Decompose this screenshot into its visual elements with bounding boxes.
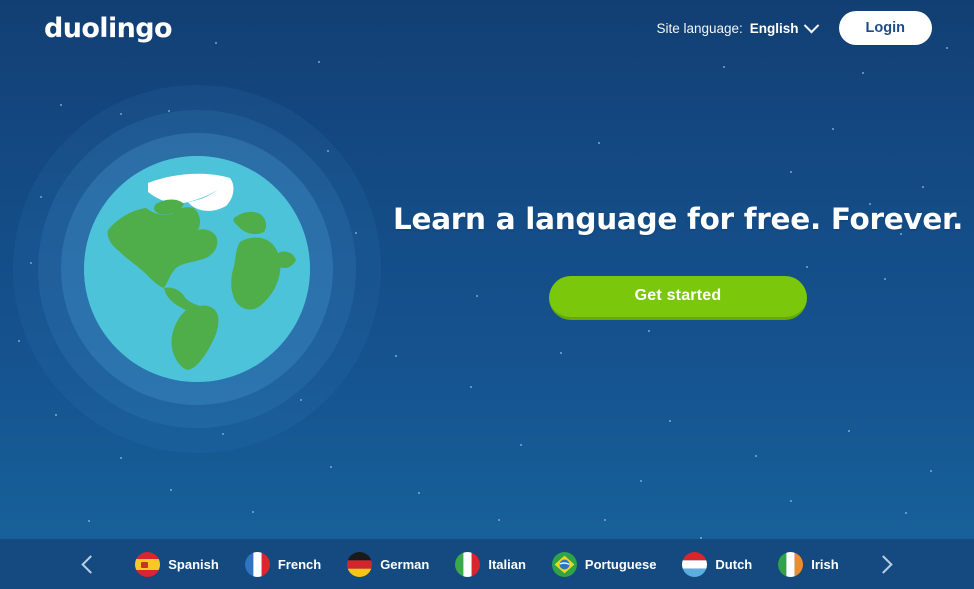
site-language-value: English: [749, 20, 799, 36]
language-item-label: Irish: [811, 556, 839, 572]
page-root: duolingo Site language: English Login Le…: [0, 0, 974, 589]
duolingo-logo[interactable]: duolingo: [44, 15, 173, 42]
get-started-button[interactable]: Get started: [549, 275, 807, 320]
chevron-right-icon: [874, 554, 893, 574]
language-carousel: Spanish French German Italian Portuguese…: [0, 539, 974, 589]
language-item-label: Dutch: [715, 556, 753, 572]
language-item-french[interactable]: French: [244, 551, 322, 577]
login-button[interactable]: Login: [838, 11, 932, 45]
language-item-label: Portuguese: [584, 556, 657, 572]
language-item-irish[interactable]: Irish: [778, 551, 839, 577]
flag-spain-icon: [135, 551, 161, 577]
carousel-next-button[interactable]: [865, 544, 905, 584]
flag-france-icon: [244, 551, 270, 577]
language-item-label: German: [380, 556, 430, 572]
globe-illustration: [13, 85, 381, 453]
earth-globe-icon: [84, 156, 310, 382]
carousel-prev-button[interactable]: [69, 544, 109, 584]
language-item-label: French: [277, 556, 322, 572]
star-dot: [170, 489, 172, 491]
site-language-label: Site language:: [656, 20, 743, 36]
language-item-german[interactable]: German: [347, 551, 430, 577]
star-dot: [318, 61, 320, 63]
language-list: Spanish French German Italian Portuguese…: [135, 551, 839, 577]
site-header: duolingo Site language: English Login: [0, 0, 974, 56]
language-item-dutch[interactable]: Dutch: [682, 551, 753, 577]
chevron-left-icon: [81, 554, 100, 574]
star-dot: [252, 511, 254, 513]
language-item-spanish[interactable]: Spanish: [135, 551, 219, 577]
language-item-italian[interactable]: Italian: [455, 551, 526, 577]
flag-germany-icon: [347, 551, 373, 577]
page-title: Learn a language for free. Forever.: [392, 201, 963, 236]
flag-ireland-icon: [778, 551, 804, 577]
star-dot: [120, 457, 122, 459]
flag-brazil-icon: [551, 551, 577, 577]
chevron-down-icon: [803, 17, 819, 33]
flag-netherlands-icon: [682, 551, 708, 577]
language-item-label: Spanish: [168, 556, 219, 572]
language-item-portuguese[interactable]: Portuguese: [551, 551, 657, 577]
star-dot: [330, 466, 332, 468]
header-actions: Site language: English Login: [656, 11, 932, 45]
site-language-selector[interactable]: Site language: English: [656, 17, 819, 36]
flag-italy-icon: [455, 551, 481, 577]
language-item-label: Italian: [488, 556, 526, 572]
hero-section: Learn a language for free. Forever. Get …: [382, 0, 974, 539]
star-dot: [88, 520, 90, 522]
